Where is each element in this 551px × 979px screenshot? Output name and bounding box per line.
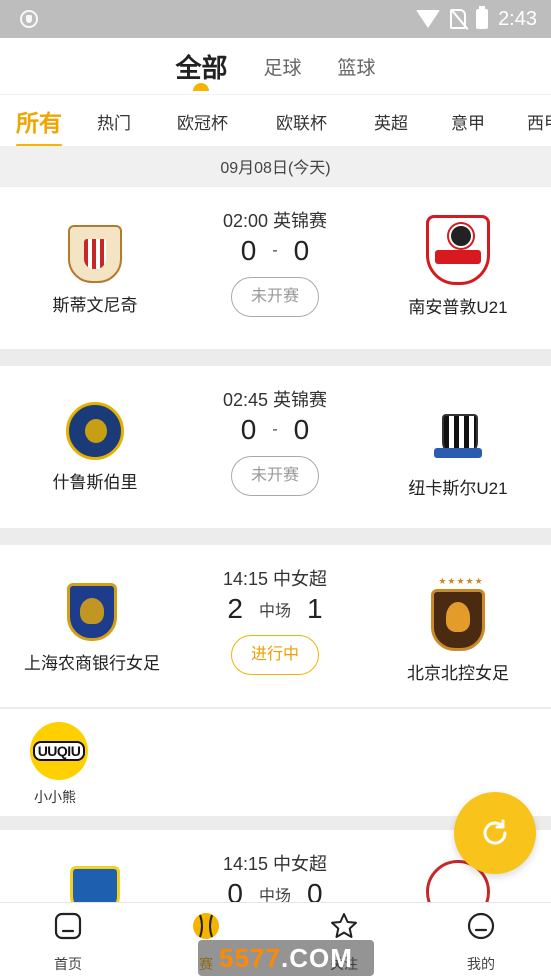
match-card[interactable]: 斯蒂文尼奇 02:00 英锦赛 0 - 0 未开赛 南安普敦U21: [0, 187, 551, 349]
match-time-league: 02:45 英锦赛: [222, 390, 328, 410]
watermark-number: 5577: [219, 942, 281, 973]
match-info: 14:15 中女超 0 中场 0: [175, 850, 375, 902]
no-sim-icon: [450, 9, 467, 29]
league-tab-label: 西甲: [527, 113, 551, 133]
battery-icon: [476, 6, 489, 29]
stevenage-crest-icon: [68, 225, 122, 283]
league-tab-label: 热门: [97, 113, 131, 133]
home-team: [0, 866, 190, 902]
match-info: 02:45 英锦赛 0 - 0 未开赛: [175, 386, 375, 496]
tab-football-label: 足球: [263, 57, 302, 79]
score: 0 - 0: [175, 235, 375, 267]
home-team-name: 上海农商银行女足: [24, 654, 160, 673]
home-team-name: 斯蒂文尼奇: [52, 296, 138, 315]
away-team-name: 纽卡斯尔U21: [408, 479, 508, 498]
home-score: 2: [227, 593, 243, 624]
match-info: 14:15 中女超 2 中场 1 进行中: [175, 565, 375, 675]
away-score: 1: [307, 593, 323, 624]
score-separator: -: [272, 242, 278, 259]
tab-football[interactable]: 足球: [245, 38, 319, 94]
match-status-badge[interactable]: 未开赛: [231, 456, 319, 496]
wifi-icon: [416, 10, 441, 28]
shrewsbury-crest-icon: [66, 402, 124, 460]
away-team: [363, 860, 551, 902]
match-card[interactable]: 上海农商银行女足 14:15 中女超 2 中场 1 进行中 北京北控女足: [0, 545, 551, 707]
nav-home-label: 首页: [54, 956, 82, 972]
score-separator: -: [272, 421, 278, 438]
refresh-icon: [483, 819, 507, 845]
league-tab-epl[interactable]: 英超: [374, 95, 408, 146]
away-team: 南安普敦U21: [363, 215, 551, 318]
clock: 2:43: [498, 7, 537, 30]
beijing-crest-icon: [431, 576, 488, 651]
southampton-crest-icon: [426, 215, 490, 285]
match-time-league: 14:15 中女超: [222, 569, 328, 589]
refresh-button[interactable]: [454, 792, 536, 874]
sport-tabs: 全部 足球 篮球: [0, 38, 551, 94]
ball-icon: [193, 913, 219, 939]
away-score: 0: [293, 414, 310, 445]
match-info: 02:00 英锦赛 0 - 0 未开赛: [175, 207, 375, 317]
tab-all-label: 全部: [175, 52, 228, 83]
score: 0 中场 0: [175, 878, 375, 902]
nav-profile[interactable]: 我的: [441, 911, 521, 974]
league-tab-label: 所有: [16, 110, 62, 136]
league-tab-label: 意甲: [451, 113, 485, 133]
league-tabs[interactable]: 所有 热门 欧冠杯 欧联杯 英超 意甲 西甲: [0, 94, 551, 146]
league-tab-seriea[interactable]: 意甲: [451, 95, 485, 146]
uuqiu-logo-icon[interactable]: UUQIU: [30, 722, 88, 780]
league-tab-ucl[interactable]: 欧冠杯: [177, 95, 228, 146]
watermark: 5577 .COM: [198, 940, 374, 976]
league-tab-all[interactable]: 所有: [16, 95, 62, 146]
home-team: 斯蒂文尼奇: [0, 225, 190, 316]
league-tab-label: 英超: [374, 113, 408, 133]
nav-profile-label: 我的: [467, 956, 495, 972]
tab-basketball-label: 篮球: [337, 57, 376, 79]
match-status-badge[interactable]: 未开赛: [231, 277, 319, 317]
score-separator: 中场: [258, 888, 291, 902]
sponsor-row[interactable]: UUQIU 小小熊: [0, 708, 551, 816]
away-team-name: 南安普敦U21: [408, 298, 508, 317]
profile-icon: [467, 912, 495, 940]
away-score: 0: [293, 235, 310, 266]
screen: 2:43 全部 足球 篮球 所有 热门 欧冠杯 欧联杯 英超 意甲 西甲 09月…: [0, 0, 551, 979]
score-separator: 中场: [258, 603, 291, 620]
home-score: 0: [240, 414, 257, 445]
away-team: 北京北控女足: [363, 576, 551, 684]
nav-home[interactable]: 首页: [28, 911, 108, 974]
league-tab-laliga[interactable]: 西甲: [527, 95, 551, 146]
date-label: 09月08日(今天): [220, 160, 331, 177]
newcastle-crest-icon: [428, 396, 488, 466]
league-tab-hot[interactable]: 热门: [97, 95, 131, 146]
away-score: 0: [307, 878, 323, 902]
tab-basketball[interactable]: 篮球: [320, 38, 394, 94]
match-time-league: 14:15 中女超: [222, 854, 328, 874]
home-team: 上海农商银行女足: [0, 583, 187, 674]
star-icon: [331, 913, 357, 938]
home-icon: [54, 912, 82, 940]
status-bar: 2:43: [0, 0, 551, 38]
tab-all[interactable]: 全部: [157, 38, 245, 94]
score: 2 中场 1: [175, 593, 375, 625]
home-team: 什鲁斯伯里: [0, 402, 190, 493]
sponsor-logo-text: UUQIU: [32, 741, 86, 761]
home-score: 0: [240, 235, 257, 266]
league-tab-label: 欧联杯: [276, 113, 327, 133]
date-header: 09月08日(今天): [0, 146, 551, 186]
score: 0 - 0: [175, 414, 375, 446]
watermark-suffix: .COM: [280, 942, 353, 973]
shanghai-crest-icon: [67, 583, 117, 641]
match-status-badge[interactable]: 进行中: [231, 635, 319, 675]
league-tab-label: 欧冠杯: [177, 113, 228, 133]
sponsor-name: 小小熊: [34, 789, 76, 805]
home-team-name: 什鲁斯伯里: [52, 473, 138, 492]
home-crest-icon: [70, 866, 120, 902]
match-card[interactable]: 什鲁斯伯里 02:45 英锦赛 0 - 0 未开赛 纽卡斯尔U21: [0, 366, 551, 528]
league-tab-uel[interactable]: 欧联杯: [276, 95, 327, 146]
away-team: 纽卡斯尔U21: [363, 396, 551, 499]
away-team-name: 北京北控女足: [407, 664, 509, 683]
app-notification-icon: [20, 10, 38, 28]
match-time-league: 02:00 英锦赛: [222, 211, 328, 231]
home-score: 0: [227, 878, 243, 902]
